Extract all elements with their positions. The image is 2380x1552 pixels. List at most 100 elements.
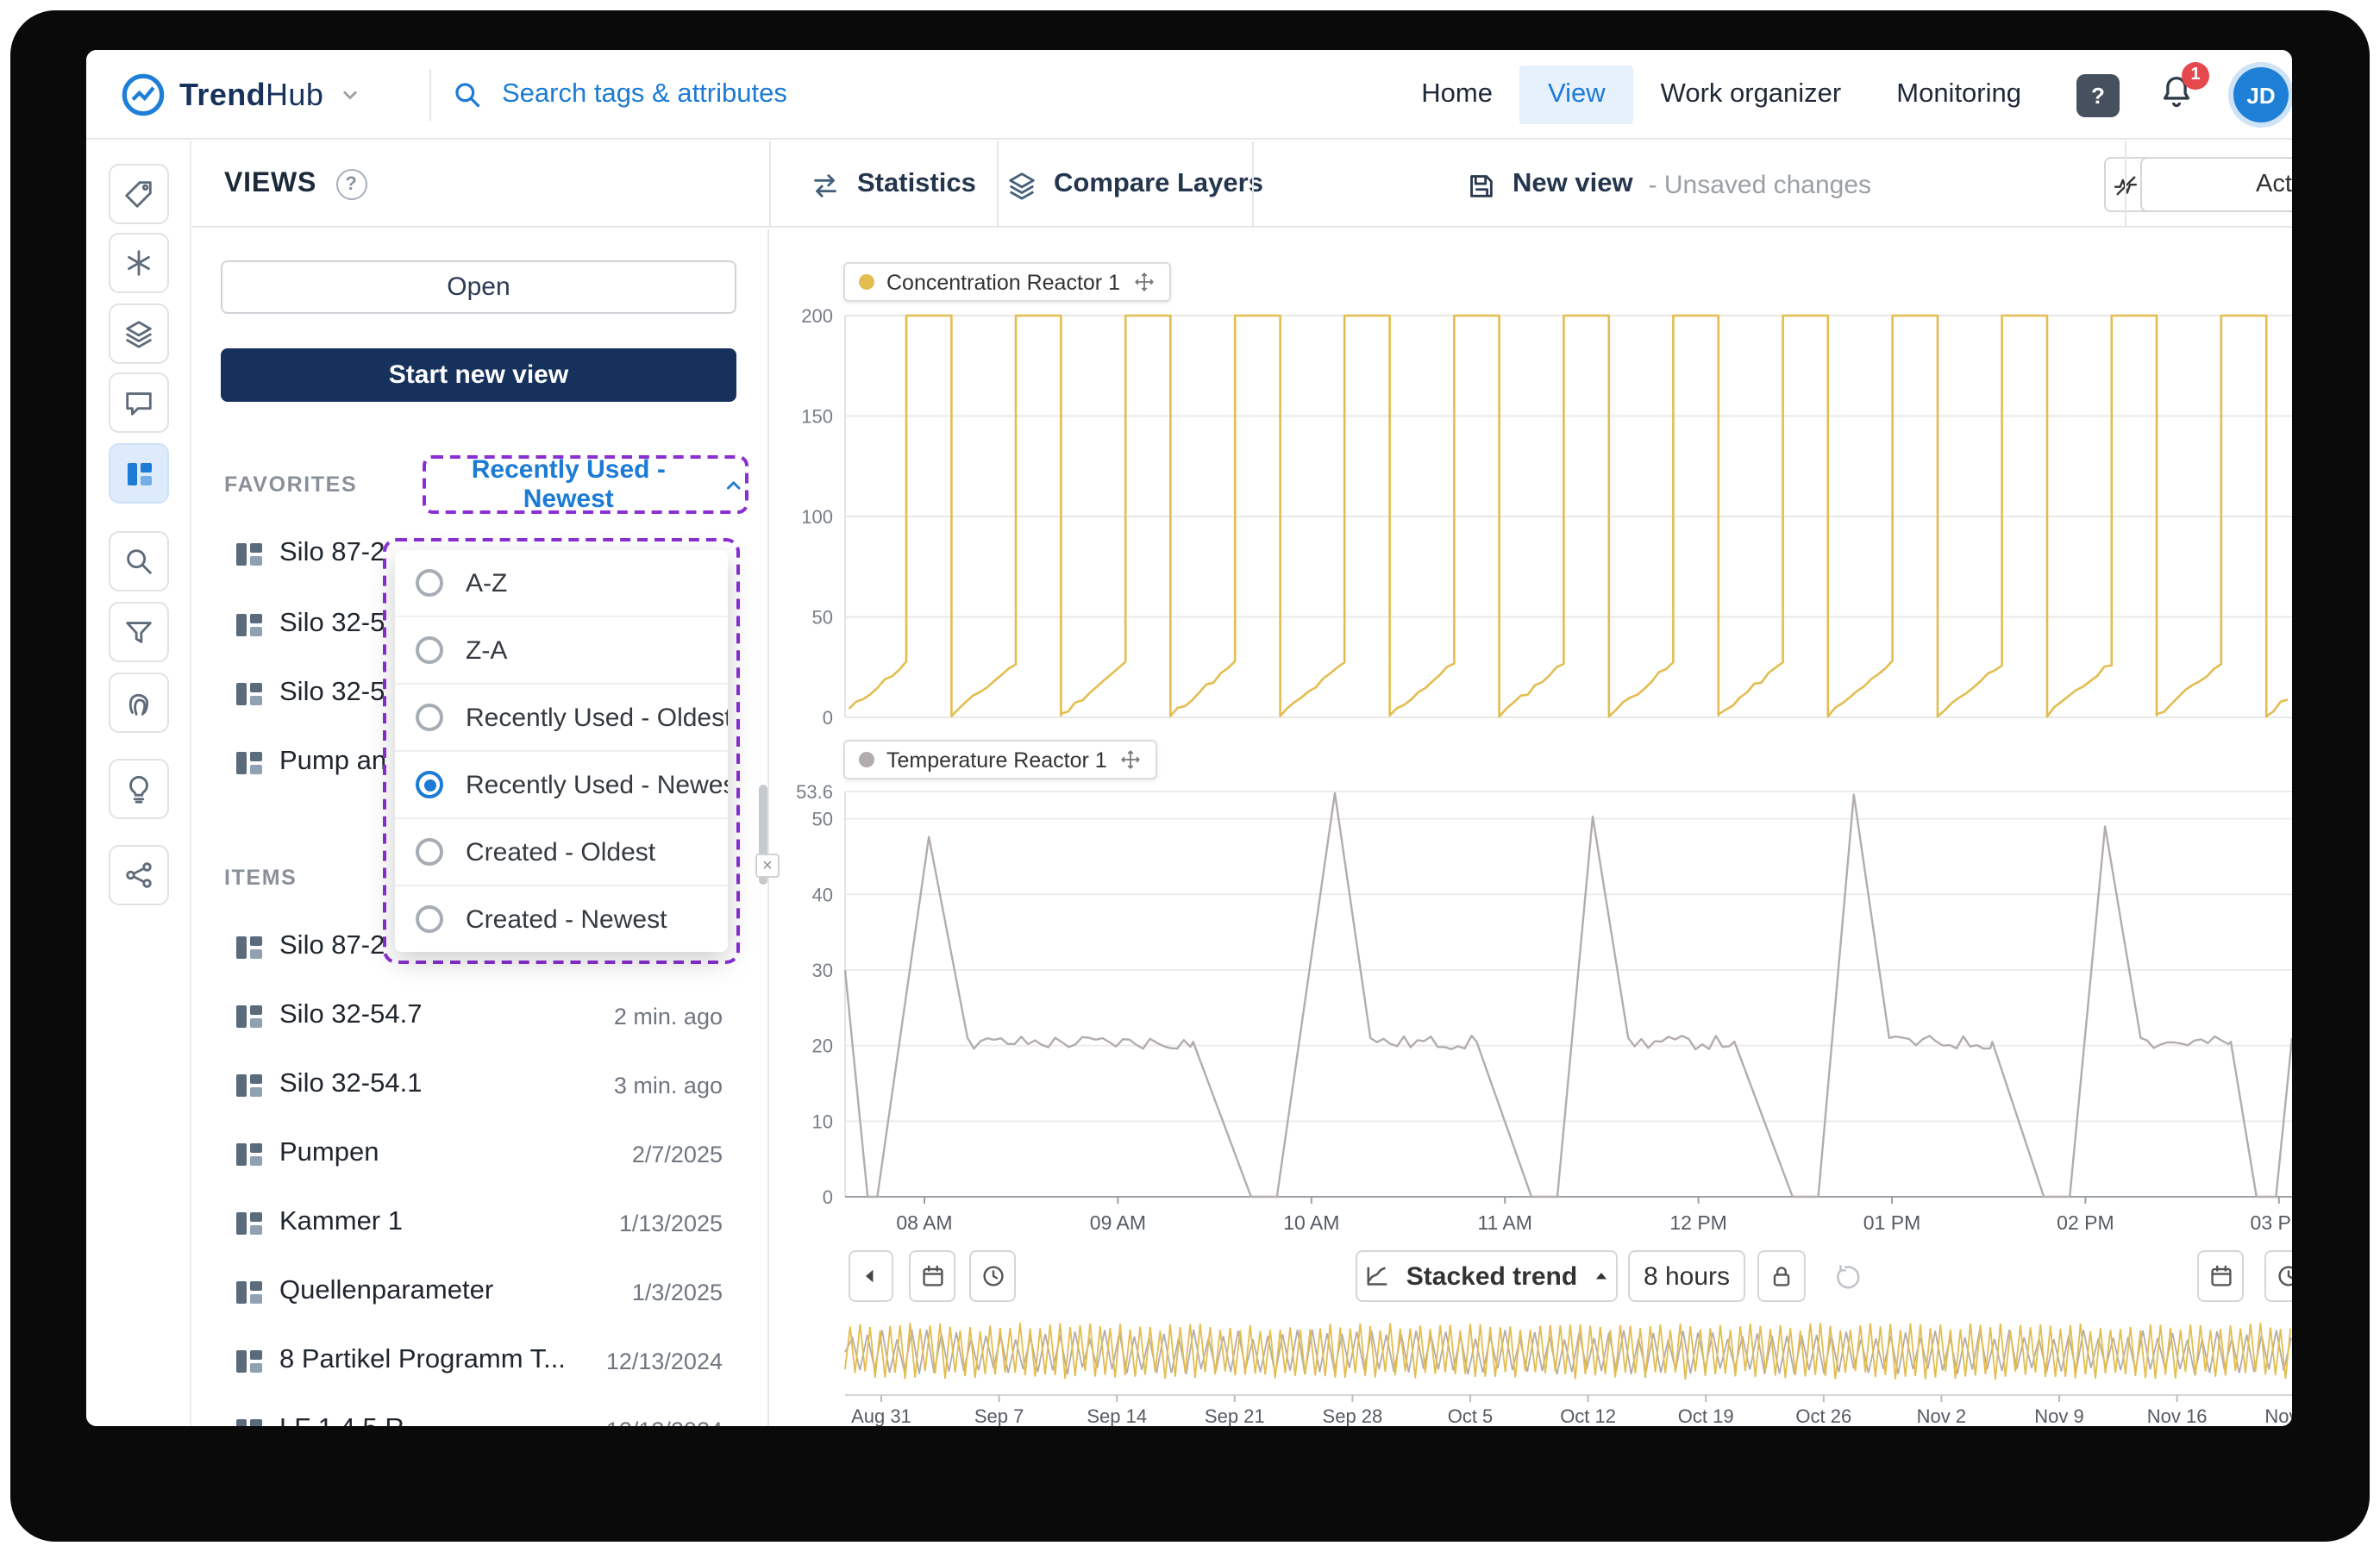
sort-option-az[interactable]: A-Z bbox=[395, 550, 728, 617]
svg-text:Sep 7: Sep 7 bbox=[974, 1405, 1024, 1426]
rail-search-button[interactable] bbox=[109, 531, 169, 591]
rail-tag-button[interactable] bbox=[109, 164, 169, 224]
rail-fingerprint-button[interactable] bbox=[109, 673, 169, 733]
triangle-up-icon bbox=[1595, 1272, 1606, 1279]
sort-option-label: Recently Used - Oldest bbox=[466, 703, 728, 732]
sort-menu: A-Z Z-A Recently Used - Oldest Recently … bbox=[395, 550, 728, 952]
radio-icon bbox=[416, 771, 443, 798]
sort-annotation-highlight: Recently Used - Newest bbox=[423, 455, 748, 514]
sort-option-created-oldest[interactable]: Created - Oldest bbox=[395, 819, 728, 886]
sort-option-label: Created - Oldest bbox=[466, 837, 656, 867]
view-list-item[interactable]: LF 1 4 5 R... 12/13/2024 bbox=[235, 1395, 743, 1426]
history-reset-button[interactable] bbox=[1823, 1250, 1871, 1302]
favorite-label: Silo 32-5 bbox=[279, 678, 385, 707]
legend-chip-temperature[interactable]: Temperature Reactor 1 bbox=[843, 740, 1157, 779]
svg-text:30: 30 bbox=[812, 960, 833, 981]
help-button[interactable]: ? bbox=[2076, 73, 2120, 116]
view-list-item[interactable]: Silo 32-54.7 2 min. ago bbox=[235, 981, 743, 1050]
rail-views-button[interactable] bbox=[109, 443, 169, 504]
ml-nodes-icon bbox=[126, 862, 152, 888]
lock-timespan-button[interactable] bbox=[1757, 1250, 1806, 1302]
move-handle-icon[interactable] bbox=[1132, 271, 1155, 293]
radio-icon bbox=[416, 636, 443, 664]
item-time: 3 min. ago bbox=[613, 1072, 723, 1098]
view-toolbar: VIEWS ? Statistics Compare Layers New vi… bbox=[86, 141, 2292, 228]
view-list-item[interactable]: Silo 32-54.1 3 min. ago bbox=[235, 1050, 743, 1119]
nav-monitoring[interactable]: Monitoring bbox=[1869, 66, 2049, 124]
radio-icon bbox=[416, 838, 443, 866]
compare-layers-button[interactable]: Compare Layers bbox=[1005, 141, 1263, 228]
app-header: TrendHub Search tags & attributes Home V… bbox=[86, 50, 2292, 140]
rail-comment-button[interactable] bbox=[109, 372, 169, 433]
view-grid-icon bbox=[236, 1073, 262, 1096]
rail-ml-button[interactable] bbox=[109, 845, 169, 905]
views-help-icon[interactable]: ? bbox=[335, 169, 367, 200]
svg-text:09 AM: 09 AM bbox=[1090, 1211, 1146, 1234]
rail-spark-button[interactable] bbox=[109, 233, 169, 293]
calendar-icon bbox=[922, 1265, 943, 1286]
item-label: LF 1 4 5 R... bbox=[279, 1414, 427, 1426]
legend-chip-concentration[interactable]: Concentration Reactor 1 bbox=[843, 262, 1170, 302]
view-list-item[interactable]: Pumpen 2/7/2025 bbox=[235, 1119, 743, 1188]
move-handle-icon[interactable] bbox=[1119, 748, 1142, 771]
rail-recommendations-button[interactable] bbox=[109, 759, 169, 819]
rail-layers-button[interactable] bbox=[109, 304, 169, 364]
start-time-button[interactable] bbox=[969, 1250, 1016, 1302]
sort-option-za[interactable]: Z-A bbox=[395, 617, 728, 685]
actions-button[interactable]: Act bbox=[2140, 157, 2292, 212]
save-icon[interactable] bbox=[1464, 168, 1497, 201]
item-label: Quellenparameter bbox=[279, 1276, 494, 1305]
statistics-button[interactable]: Statistics bbox=[809, 141, 976, 228]
svg-text:Oct 5: Oct 5 bbox=[1448, 1405, 1494, 1426]
sort-dropdown[interactable]: Recently Used - Newest bbox=[426, 455, 745, 514]
nav-work-organizer[interactable]: Work organizer bbox=[1633, 66, 1870, 124]
search-bar[interactable]: Search tags & attributes bbox=[452, 50, 787, 140]
nav-view[interactable]: View bbox=[1519, 66, 1633, 124]
toolbar-divider bbox=[2125, 141, 2126, 228]
collapse-panel-button[interactable]: × bbox=[755, 854, 780, 878]
view-grid-icon bbox=[236, 1349, 262, 1372]
view-list-item[interactable]: Kammer 1 1/13/2025 bbox=[235, 1188, 743, 1257]
view-list-item[interactable]: Quellenparameter 1/3/2025 bbox=[235, 1257, 743, 1326]
trendhub-logo-icon bbox=[122, 73, 165, 116]
trend-mode-dropdown[interactable]: Stacked trend bbox=[1356, 1250, 1618, 1302]
svg-text:11 AM: 11 AM bbox=[1477, 1211, 1532, 1234]
sort-menu-annotation-highlight: A-Z Z-A Recently Used - Oldest Recently … bbox=[383, 538, 740, 964]
svg-text:40: 40 bbox=[812, 884, 833, 905]
svg-text:12 PM: 12 PM bbox=[1669, 1211, 1726, 1234]
start-calendar-button[interactable] bbox=[909, 1250, 955, 1302]
open-view-button[interactable]: Open bbox=[221, 260, 736, 314]
svg-text:Oct 26: Oct 26 bbox=[1795, 1405, 1851, 1426]
sort-option-recent-newest[interactable]: Recently Used - Newest bbox=[395, 752, 728, 819]
svg-text:Nov 2: Nov 2 bbox=[1917, 1405, 1966, 1426]
start-new-view-button[interactable]: Start new view bbox=[221, 348, 736, 402]
chevron-up-icon bbox=[727, 480, 742, 489]
trend-chart-concentration[interactable]: 050100150200 bbox=[769, 260, 2292, 735]
avatar[interactable]: JD bbox=[2233, 67, 2289, 122]
svg-text:10 AM: 10 AM bbox=[1283, 1211, 1339, 1234]
svg-text:08 AM: 08 AM bbox=[896, 1211, 952, 1234]
nav-home[interactable]: Home bbox=[1394, 66, 1520, 124]
duration-dropdown[interactable]: 8 hours bbox=[1628, 1250, 1745, 1302]
swap-arrows-icon bbox=[814, 173, 836, 197]
pan-back-button[interactable] bbox=[849, 1250, 893, 1302]
lightbulb-icon bbox=[129, 775, 148, 804]
svg-text:02 PM: 02 PM bbox=[2057, 1211, 2114, 1234]
svg-text:200: 200 bbox=[801, 305, 833, 327]
sort-option-created-newest[interactable]: Created - Newest bbox=[395, 886, 728, 952]
sort-option-recent-oldest[interactable]: Recently Used - Oldest bbox=[395, 685, 728, 752]
trend-chart-temperature[interactable]: 0 10 20 30 40 50 53.6 08 AM 09 AM 10 AM 11 AM 12 PM… bbox=[769, 726, 2292, 1243]
search-icon bbox=[455, 83, 480, 108]
svg-text:Sep 21: Sep 21 bbox=[1205, 1405, 1265, 1426]
context-overview-strip[interactable]: Aug 31 Sep 7 Sep 14 Sep 21 Sep 28 Oct 5 Oct 12… bbox=[769, 1317, 2292, 1426]
end-calendar-button[interactable] bbox=[2197, 1250, 2244, 1302]
item-time: 1/3/2025 bbox=[631, 1279, 723, 1305]
notifications-button[interactable]: 1 bbox=[2158, 61, 2209, 118]
view-list-item[interactable]: 8 Partikel Programm T... 12/13/2024 bbox=[235, 1326, 743, 1395]
comment-icon bbox=[126, 392, 152, 416]
item-label: Silo 87-2 bbox=[279, 931, 385, 961]
brand-menu[interactable]: TrendHub bbox=[121, 50, 361, 140]
rail-filter-button[interactable] bbox=[109, 602, 169, 662]
view-grid-icon bbox=[236, 1418, 262, 1426]
end-time-button[interactable] bbox=[2264, 1250, 2292, 1302]
